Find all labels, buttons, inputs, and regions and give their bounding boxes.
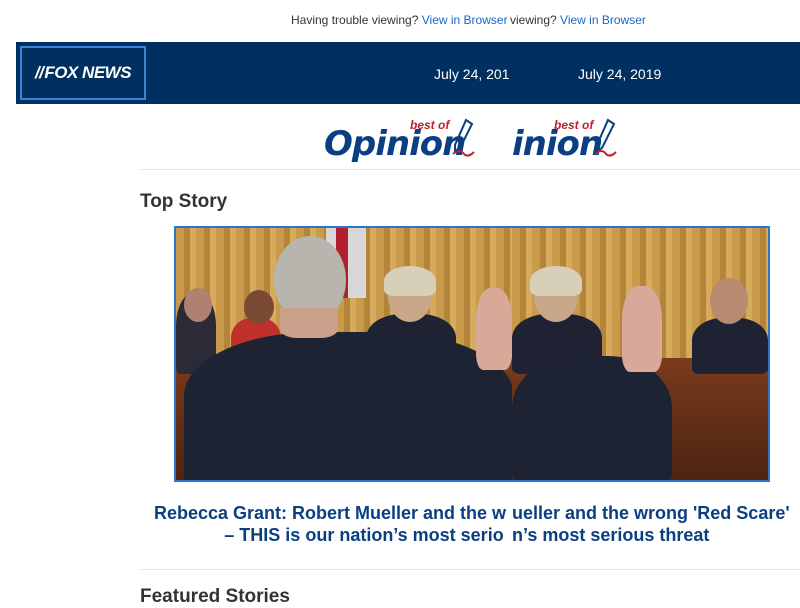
featured-stories-title: Featured Stories	[140, 586, 290, 607]
top-story-headline[interactable]: Rebecca Grant: Robert Mueller and the w …	[140, 500, 800, 548]
trouble-text: Having trouble viewing?	[291, 13, 419, 27]
top-story-title: Top Story	[140, 191, 228, 212]
best-of-opinion-logo-duplicate[interactable]: inion best of	[512, 118, 622, 164]
view-in-browser-link[interactable]: View in Browser	[422, 13, 508, 27]
preheader-right: viewing? View in Browser	[510, 13, 646, 27]
headline-line1[interactable]: Rebecca Grant: Robert Mueller and the w	[148, 502, 512, 524]
pen-icon	[594, 118, 617, 157]
header-date-clipped: July 24, 201	[434, 66, 510, 82]
header-date: July 24, 2019	[578, 66, 662, 82]
headline-line2-clipped[interactable]: n’s most serious threat	[512, 524, 709, 546]
image-left-half	[176, 228, 512, 480]
preheader-left: Having trouble viewing? View in Browser	[291, 13, 508, 27]
view-in-browser-link-duplicate[interactable]: View in Browser	[560, 13, 646, 27]
logo-text: FOX NEWS	[44, 63, 132, 82]
best-of-opinion-logo[interactable]: Opinion best of	[324, 118, 484, 164]
trouble-text-clipped: viewing?	[510, 13, 557, 27]
fox-news-logo[interactable]: // FOX NEWS	[20, 46, 146, 100]
headline-line1-clipped[interactable]: ueller and the wrong 'Red Scare'	[512, 502, 790, 524]
headline-line2[interactable]: – THIS is our nation’s most serio	[216, 524, 512, 546]
best-of-tag: best of	[410, 118, 450, 132]
top-story-image[interactable]	[174, 226, 770, 482]
divider	[140, 169, 800, 170]
logo-slash-icon: //	[34, 63, 44, 82]
best-of-tag-duplicate: best of	[554, 118, 594, 132]
image-right-half	[512, 228, 768, 480]
divider	[140, 569, 800, 570]
pen-icon	[452, 118, 475, 157]
